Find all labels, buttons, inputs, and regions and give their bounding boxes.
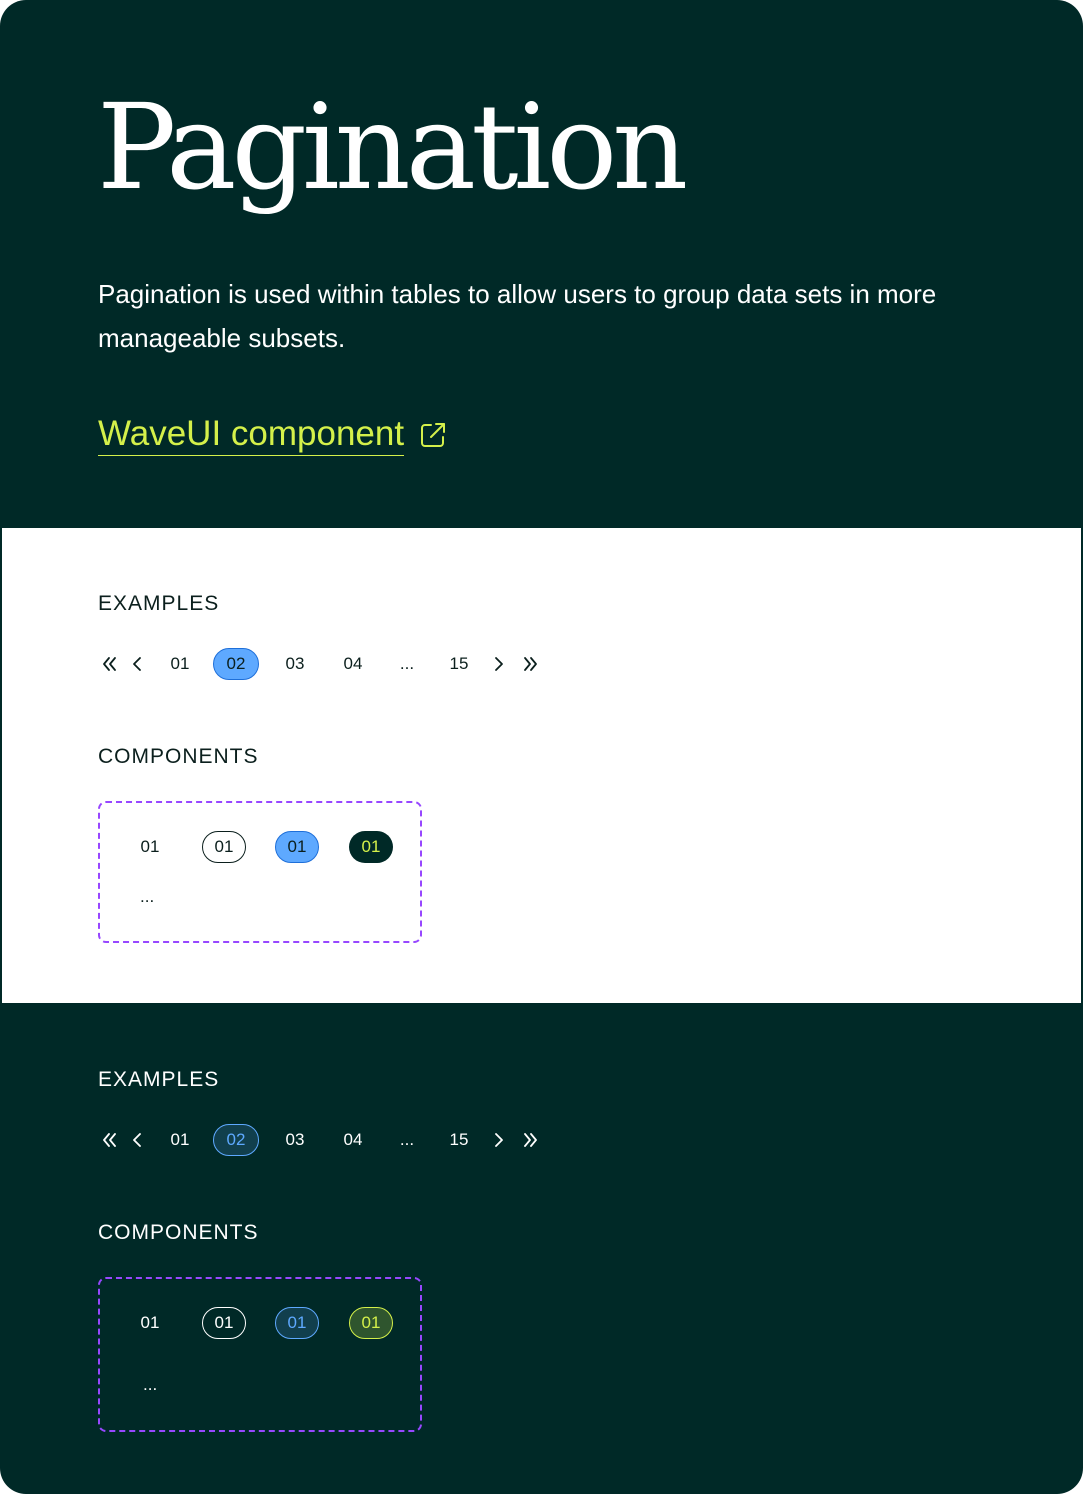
light-theme-section: EXAMPLES 01 02 03 04 ... 15 COMPONENTS 0… xyxy=(2,528,1081,1003)
page-item-ellipsis: ... xyxy=(140,887,155,906)
page-button[interactable]: 15 xyxy=(444,648,474,680)
page-button[interactable]: 15 xyxy=(444,1124,474,1156)
chevron-left-icon xyxy=(133,1133,141,1147)
pagination-example: 01 02 03 04 ... 15 xyxy=(2,1124,602,1164)
page-button[interactable]: 01 xyxy=(165,1124,195,1156)
examples-label: EXAMPLES xyxy=(98,1068,220,1091)
chevron-left-icon xyxy=(133,657,141,671)
page-button-active[interactable]: 02 xyxy=(213,648,259,680)
page-button[interactable]: 01 xyxy=(165,648,195,680)
page-item-outlined[interactable]: 01 xyxy=(202,1307,246,1339)
previous-page-button[interactable] xyxy=(128,648,144,680)
dark-theme-section: EXAMPLES 01 02 03 04 ... 15 COMPONENTS 0… xyxy=(2,1003,1081,1494)
page-button-active[interactable]: 02 xyxy=(213,1124,259,1156)
page-title: Pagination xyxy=(97,78,688,216)
double-chevron-left-icon xyxy=(103,657,116,671)
double-chevron-right-icon xyxy=(524,1133,537,1147)
next-page-button[interactable] xyxy=(492,648,508,680)
previous-page-button[interactable] xyxy=(128,1124,144,1156)
page-item-default[interactable]: 01 xyxy=(128,1307,172,1339)
external-link-icon xyxy=(421,422,446,447)
page-button[interactable]: 03 xyxy=(280,648,310,680)
page-item-outlined[interactable]: 01 xyxy=(202,831,246,863)
components-label: COMPONENTS xyxy=(98,745,259,768)
next-page-button[interactable] xyxy=(492,1124,508,1156)
chevron-right-icon xyxy=(495,657,503,671)
page-button[interactable]: 04 xyxy=(338,648,368,680)
double-chevron-left-icon xyxy=(103,1133,116,1147)
page-item-selected[interactable]: 01 xyxy=(275,1307,319,1339)
page-item-default[interactable]: 01 xyxy=(128,831,172,863)
components-frame: 01 01 01 01 ... xyxy=(98,1277,422,1432)
chevron-right-icon xyxy=(495,1133,503,1147)
page-item-filled[interactable]: 01 xyxy=(349,831,393,863)
components-frame: 01 01 01 01 ... xyxy=(98,801,422,943)
components-label: COMPONENTS xyxy=(98,1221,259,1244)
first-page-button[interactable] xyxy=(98,648,120,680)
page-item-filled[interactable]: 01 xyxy=(349,1307,393,1339)
examples-label: EXAMPLES xyxy=(98,592,220,615)
waveui-component-link[interactable]: WaveUI component xyxy=(98,413,448,456)
page-ellipsis: ... xyxy=(399,654,415,673)
last-page-button[interactable] xyxy=(520,648,542,680)
page-button[interactable]: 03 xyxy=(280,1124,310,1156)
first-page-button[interactable] xyxy=(98,1124,120,1156)
page-ellipsis: ... xyxy=(399,1130,415,1149)
double-chevron-right-icon xyxy=(524,657,537,671)
page-item-selected[interactable]: 01 xyxy=(275,831,319,863)
page-button[interactable]: 04 xyxy=(338,1124,368,1156)
pagination-example: 01 02 03 04 ... 15 xyxy=(2,648,602,688)
page-item-ellipsis: ... xyxy=(143,1375,158,1394)
last-page-button[interactable] xyxy=(520,1124,542,1156)
link-label: WaveUI component xyxy=(98,413,405,456)
page-description: Pagination is used within tables to allo… xyxy=(98,279,937,353)
pagination-doc-card: Pagination Pagination is used within tab… xyxy=(0,0,1083,1494)
